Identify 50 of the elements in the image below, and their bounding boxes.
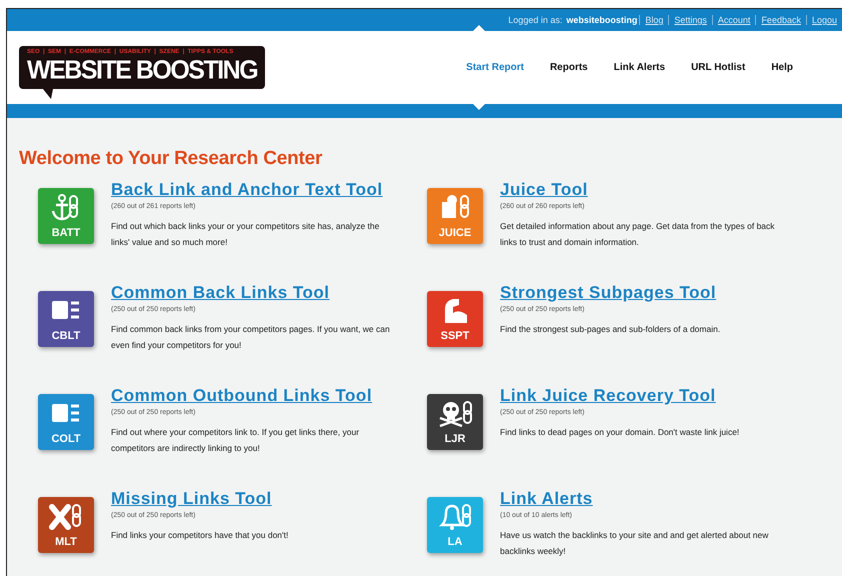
tool-title-link[interactable]: Link Juice Recovery Tool bbox=[500, 386, 785, 406]
username: websiteboosting bbox=[566, 15, 638, 25]
logo-wordmark: WEBSITE BOOSTING bbox=[27, 54, 258, 86]
top-link[interactable]: Logou bbox=[806, 15, 842, 25]
page-heading: Welcome to Your Research Center bbox=[19, 148, 324, 170]
tool-icon-tile[interactable]: JUICE bbox=[427, 188, 483, 244]
tool-abbreviation: COLT bbox=[51, 433, 81, 445]
tool-abbreviation: LJR bbox=[444, 433, 466, 445]
nav-tab[interactable]: Reports bbox=[536, 56, 601, 79]
top-link[interactable]: Settings bbox=[668, 15, 712, 25]
nav-tab[interactable]: Start Report bbox=[453, 56, 537, 79]
tool-title-link[interactable]: Link Alerts bbox=[500, 489, 785, 509]
skull-link-icon bbox=[437, 398, 473, 430]
tool-icon-tile[interactable]: MLT bbox=[38, 497, 94, 553]
tool-icon-tile[interactable]: CBLT bbox=[38, 291, 94, 347]
login-label: Logged in as: bbox=[508, 15, 562, 25]
tool-abbreviation: LA bbox=[448, 536, 462, 548]
tool-title-link[interactable]: Common Outbound Links Tool bbox=[111, 386, 396, 406]
tool-title-link[interactable]: Common Back Links Tool bbox=[111, 283, 396, 303]
tool-icon-tile[interactable]: BATT bbox=[38, 188, 94, 244]
bell-link-icon bbox=[437, 501, 473, 533]
tool-description: Find the strongest sub-pages and sub-folders of a domain. bbox=[500, 323, 722, 336]
cross-link-icon bbox=[48, 501, 84, 533]
top-link[interactable]: Blog bbox=[639, 15, 668, 25]
tool-description: Find links your competitors have that you don't! bbox=[111, 529, 290, 542]
tool-icon-tile[interactable]: COLT bbox=[38, 394, 94, 450]
top-link[interactable]: Account bbox=[712, 15, 756, 25]
tool-abbreviation: BATT bbox=[52, 227, 80, 239]
tool-description: Find common back links from your competitors pages. If you want, we can even find your competitors for you! bbox=[111, 323, 391, 352]
tool-title-link[interactable]: Missing Links Tool bbox=[111, 489, 396, 509]
tool-description: Have us watch the backlinks to your site and and get alerted about new backlinks weekly! bbox=[500, 529, 770, 558]
tool-title-link[interactable]: Strongest Subpages Tool bbox=[500, 283, 785, 303]
tool-abbreviation: MLT bbox=[55, 536, 77, 548]
nav-tab[interactable]: Help bbox=[758, 56, 806, 79]
tool-icon-tile[interactable]: LA bbox=[427, 497, 483, 553]
nav-tab[interactable]: URL Hotlist bbox=[678, 56, 758, 79]
tool-abbreviation: JUICE bbox=[438, 227, 472, 239]
tool-title-link[interactable]: Juice Tool bbox=[500, 180, 785, 200]
tool-description: Find links to dead pages on your domain. Don't waste link juice! bbox=[500, 426, 740, 439]
tool-description: Get detailed information about any page. Get data from the types of back links to trust and domain information. bbox=[500, 220, 776, 249]
tool-abbreviation: CBLT bbox=[52, 330, 80, 342]
tool-title-link[interactable]: Back Link and Anchor Text Tool bbox=[111, 180, 396, 200]
speech-bubble-tail bbox=[43, 89, 53, 99]
tool-icon-tile[interactable]: SSPT bbox=[427, 291, 483, 347]
nav-tab[interactable]: Link Alerts bbox=[600, 56, 678, 79]
tool-description: Find out which back links your or your competitors site has, analyze the links' value and so much more! bbox=[111, 220, 380, 249]
top-link[interactable]: Feedback bbox=[755, 15, 806, 25]
tool-icon-tile[interactable]: LJR bbox=[427, 394, 483, 450]
tool-abbreviation: SSPT bbox=[440, 330, 470, 342]
tool-description: Find out where your competitors link to. If you get links there, your competitors are indirectly linking to you! bbox=[111, 426, 360, 455]
